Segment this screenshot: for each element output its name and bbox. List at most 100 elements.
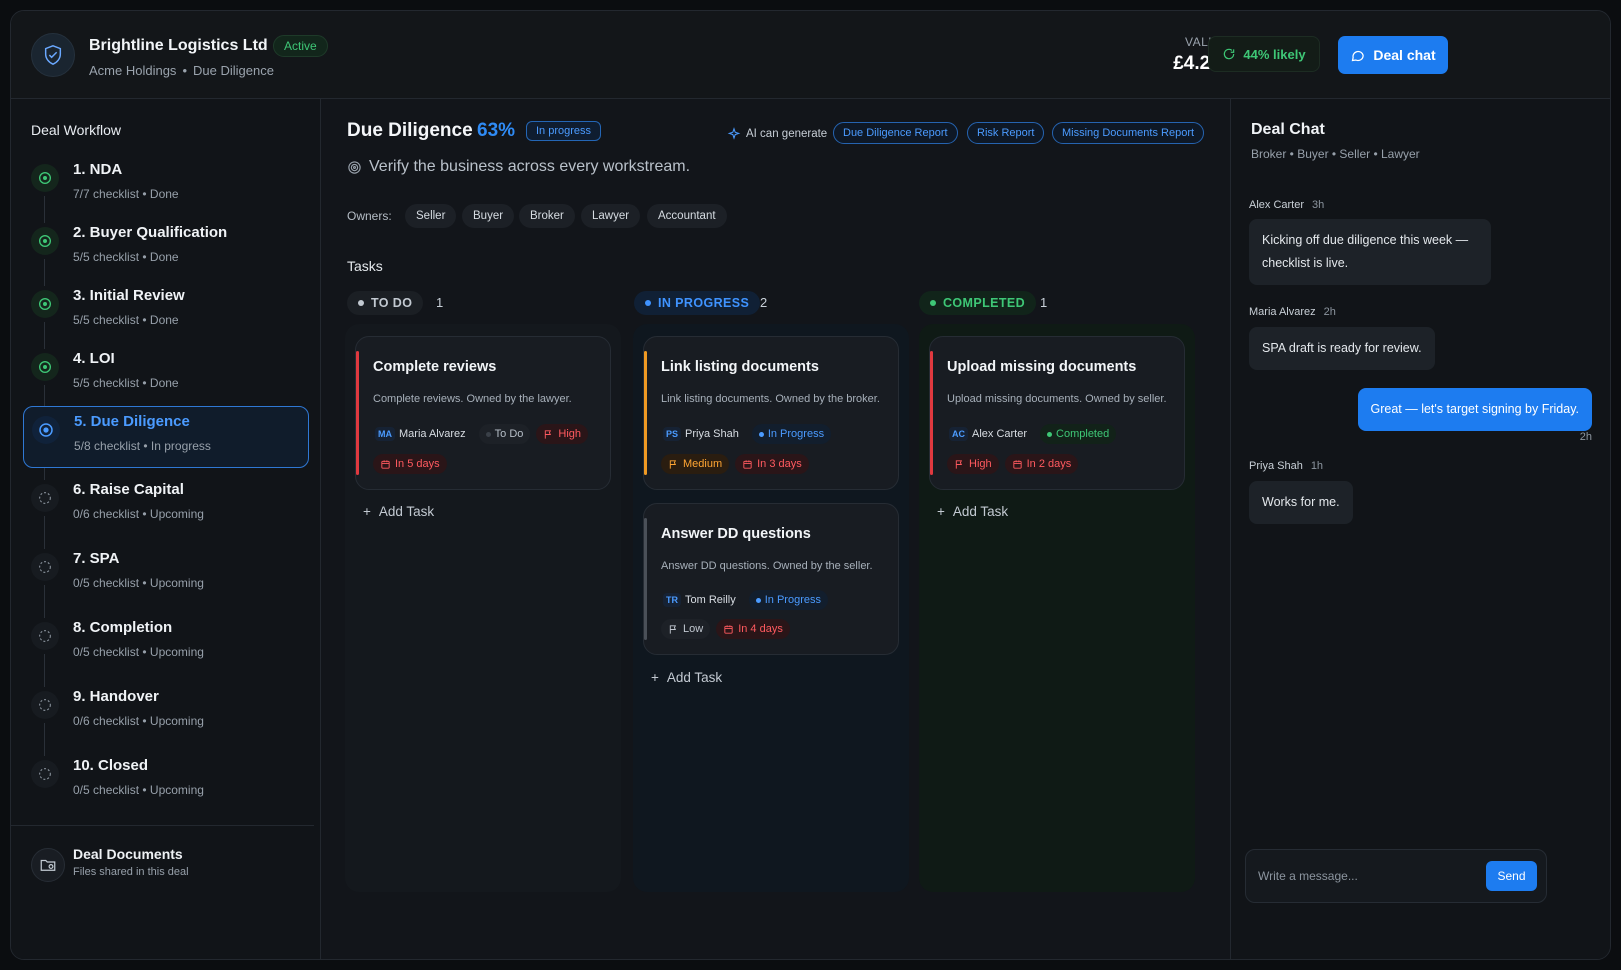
step-meta: 0/5 checklist • Upcoming: [73, 645, 204, 659]
step-meta: 5/5 checklist • Done: [73, 250, 179, 264]
stage-panel: Due Diligence 63% In progress AI can gen…: [322, 99, 1229, 959]
missing-documents-report-button[interactable]: Missing Documents Report: [1052, 122, 1205, 144]
priority-bar: [644, 351, 647, 475]
workflow-step-closed[interactable]: 10. Closed 0/5 checklist • Upcoming: [23, 751, 309, 813]
tasks-label: Tasks: [347, 258, 383, 274]
step-name: 7. SPA: [73, 550, 120, 567]
documents-subtitle: Files shared in this deal: [73, 866, 189, 878]
workflow-step-nda[interactable]: 1. NDA 7/7 checklist • Done: [23, 155, 309, 217]
workflow-step-due-diligence[interactable]: 5. Due Diligence 5/8 checklist • In progr…: [23, 406, 309, 468]
workflow-step-initial-review[interactable]: 3. Initial Review 5/5 checklist • Done: [23, 281, 309, 343]
deal-chat-button[interactable]: Deal chat: [1338, 36, 1448, 74]
workflow-step-spa[interactable]: 7. SPA 0/5 checklist • Upcoming: [23, 544, 309, 606]
check-circle-icon: [31, 290, 59, 318]
pending-circle-icon: [31, 760, 59, 788]
status-text: In Progress: [764, 594, 821, 606]
flag-icon: [955, 459, 963, 469]
task-card-link-listing-documents[interactable]: Link listing documents Link listing docu…: [643, 336, 899, 490]
workflow-step-completion[interactable]: 8. Completion 0/5 checklist • Upcoming: [23, 613, 309, 675]
status-dot: [758, 431, 764, 437]
own-message-bubble: Great — let's target signing by Friday.: [1357, 388, 1592, 431]
stage-subtitle-text: Verify the business across every workstr…: [369, 158, 691, 175]
own-message-time: 2h: [1579, 431, 1592, 443]
assignee-name: Alex Carter: [972, 428, 1028, 440]
plus-icon: +: [937, 504, 945, 519]
column-header-in-progress: IN PROGRESS: [634, 291, 761, 315]
message-input[interactable]: [1258, 864, 1478, 888]
owner-chip-accountant[interactable]: Accountant: [647, 204, 727, 228]
task-due-row: Low In 4 days: [661, 619, 790, 639]
deal-documents-link[interactable]: Deal Documents Files shared in this deal: [11, 825, 314, 921]
workflow-step-handover[interactable]: 9. Handover 0/6 checklist • Upcoming: [23, 682, 309, 744]
task-meta-row: TR Tom Reilly In Progress: [661, 590, 828, 610]
calendar-icon: [1013, 459, 1022, 469]
calendar-icon: [743, 459, 752, 469]
due-chip: In 4 days: [716, 619, 790, 639]
message-line: Kicking off due diligence this week —: [1262, 233, 1469, 247]
workflow-step-loi[interactable]: 4. LOI 5/5 checklist • Done: [23, 344, 309, 406]
breadcrumb-parent[interactable]: Acme Holdings: [89, 63, 176, 78]
task-card-answer-dd-questions[interactable]: Answer DD questions Answer DD questions.…: [643, 503, 899, 655]
in-progress-column: Link listing documents Link listing docu…: [633, 324, 909, 892]
owner-chip-lawyer[interactable]: Lawyer: [581, 204, 641, 228]
message-line: checklist is live.: [1262, 256, 1349, 270]
owner-chip-seller[interactable]: Seller: [405, 204, 457, 228]
step-name: 8. Completion: [73, 619, 173, 636]
deal-chat-label: Deal chat: [1373, 47, 1436, 63]
message-bubble: Kicking off due diligence this week — che…: [1249, 219, 1491, 285]
assignee-chip: PS Priya Shah: [661, 424, 746, 444]
step-name: 4. LOI: [73, 350, 115, 367]
task-due-row: Medium In 3 days: [661, 454, 809, 474]
priority-chip: Medium: [661, 454, 730, 474]
step-meta: 7/7 checklist • Done: [73, 187, 179, 201]
likelihood-badge: 44% likely: [1208, 36, 1320, 72]
step-name: 10. Closed: [73, 757, 149, 774]
assignee-name: Priya Shah: [685, 428, 739, 440]
step-name: 5. Due Diligence: [74, 413, 190, 430]
priority-bar: [644, 518, 647, 640]
due-chip: In 5 days: [373, 454, 447, 474]
documents-title: Deal Documents: [73, 846, 183, 862]
task-card-upload-missing-documents[interactable]: Upload missing documents Upload missing …: [929, 336, 1185, 490]
breadcrumb-current: Due Diligence: [193, 63, 274, 78]
check-circle-icon: [31, 164, 59, 192]
status-text: In Progress: [767, 428, 825, 440]
task-meta-row: PS Priya Shah In Progress: [661, 424, 832, 444]
add-task-completed[interactable]: + Add Task: [937, 504, 1008, 519]
risk-report-button[interactable]: Risk Report: [967, 122, 1045, 144]
chat-icon: [1352, 50, 1365, 61]
stage-subtitle: Verify the business across every workstr…: [347, 158, 690, 176]
column-header-todo: TO DO: [347, 291, 424, 315]
due-diligence-report-button[interactable]: Due Diligence Report: [833, 122, 958, 144]
message-meta: Maria Alvarez 2h: [1249, 306, 1336, 318]
workflow-step-buyer-qualification[interactable]: 2. Buyer Qualification 5/5 checklist • Do…: [23, 218, 309, 280]
sidebar-title: Deal Workflow: [31, 122, 121, 138]
owner-chip-broker[interactable]: Broker: [519, 204, 575, 228]
owner-chip-buyer[interactable]: Buyer: [462, 204, 515, 228]
status-chip: In Progress: [748, 590, 828, 610]
task-description: Upload missing documents. Owned by selle…: [947, 393, 1167, 405]
task-description: Complete reviews. Owned by the lawyer.: [373, 393, 572, 405]
assignee-chip: MA Maria Alvarez: [373, 424, 473, 444]
priority-text: High: [558, 428, 582, 440]
add-task-todo[interactable]: + Add Task: [363, 504, 434, 519]
assignee-chip: AC Alex Carter: [947, 424, 1034, 444]
task-title: Upload missing documents: [947, 359, 1137, 375]
send-button[interactable]: Send: [1486, 861, 1537, 891]
completed-column: Upload missing documents Upload missing …: [919, 324, 1195, 892]
priority-chip: High: [947, 454, 999, 474]
add-task-in-progress[interactable]: + Add Task: [651, 670, 722, 685]
message-author: Priya Shah: [1249, 460, 1303, 472]
flag-icon: [669, 459, 677, 469]
workflow-step-raise-capital[interactable]: 6. Raise Capital 0/6 checklist • Upcoming: [23, 475, 309, 537]
task-description: Link listing documents. Owned by the bro…: [661, 393, 880, 405]
plus-icon: +: [651, 670, 659, 685]
company-name: Brightline Logistics Ltd: [89, 37, 268, 54]
priority-text: Low: [683, 623, 704, 635]
chat-title: Deal Chat: [1251, 121, 1325, 138]
task-due-row: High In 2 days: [947, 454, 1079, 474]
workflow-sidebar: Deal Workflow 1. NDA 7/7 checklist • Done…: [11, 99, 321, 959]
priority-bar: [356, 351, 359, 475]
step-meta: 5/8 checklist • In progress: [74, 439, 211, 453]
task-card-complete-reviews[interactable]: Complete reviews Complete reviews. Owned…: [355, 336, 611, 490]
